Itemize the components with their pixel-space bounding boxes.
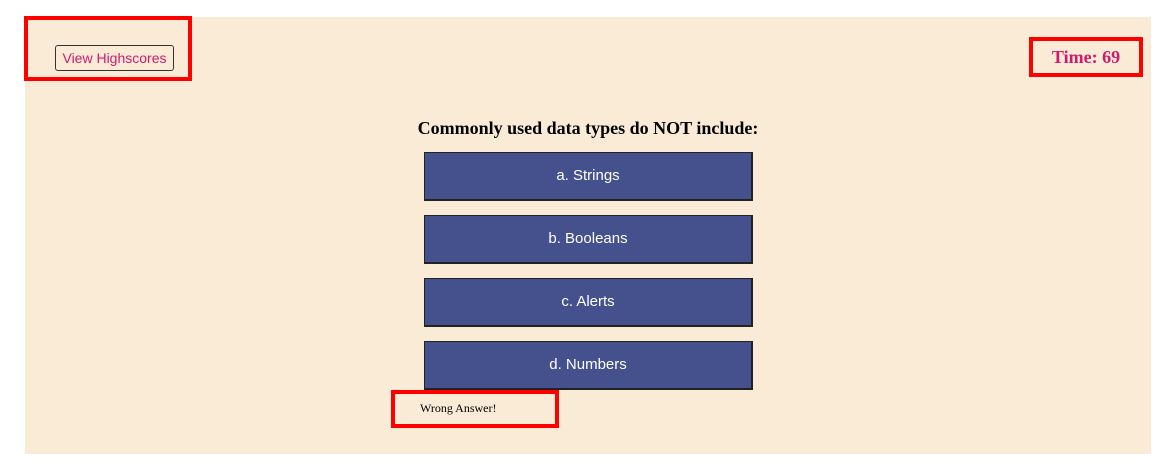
highlight-box-feedback — [391, 390, 559, 428]
choice-button-d[interactable]: d. Numbers — [424, 341, 753, 390]
question-text: Commonly used data types do NOT include: — [417, 118, 759, 138]
choice-button-b[interactable]: b. Booleans — [424, 215, 753, 264]
choice-button-a[interactable]: a. Strings — [424, 152, 753, 201]
choice-button-c[interactable]: c. Alerts — [424, 278, 753, 327]
highlight-box-timer — [1029, 37, 1143, 77]
highlight-box-highscores — [24, 16, 192, 81]
